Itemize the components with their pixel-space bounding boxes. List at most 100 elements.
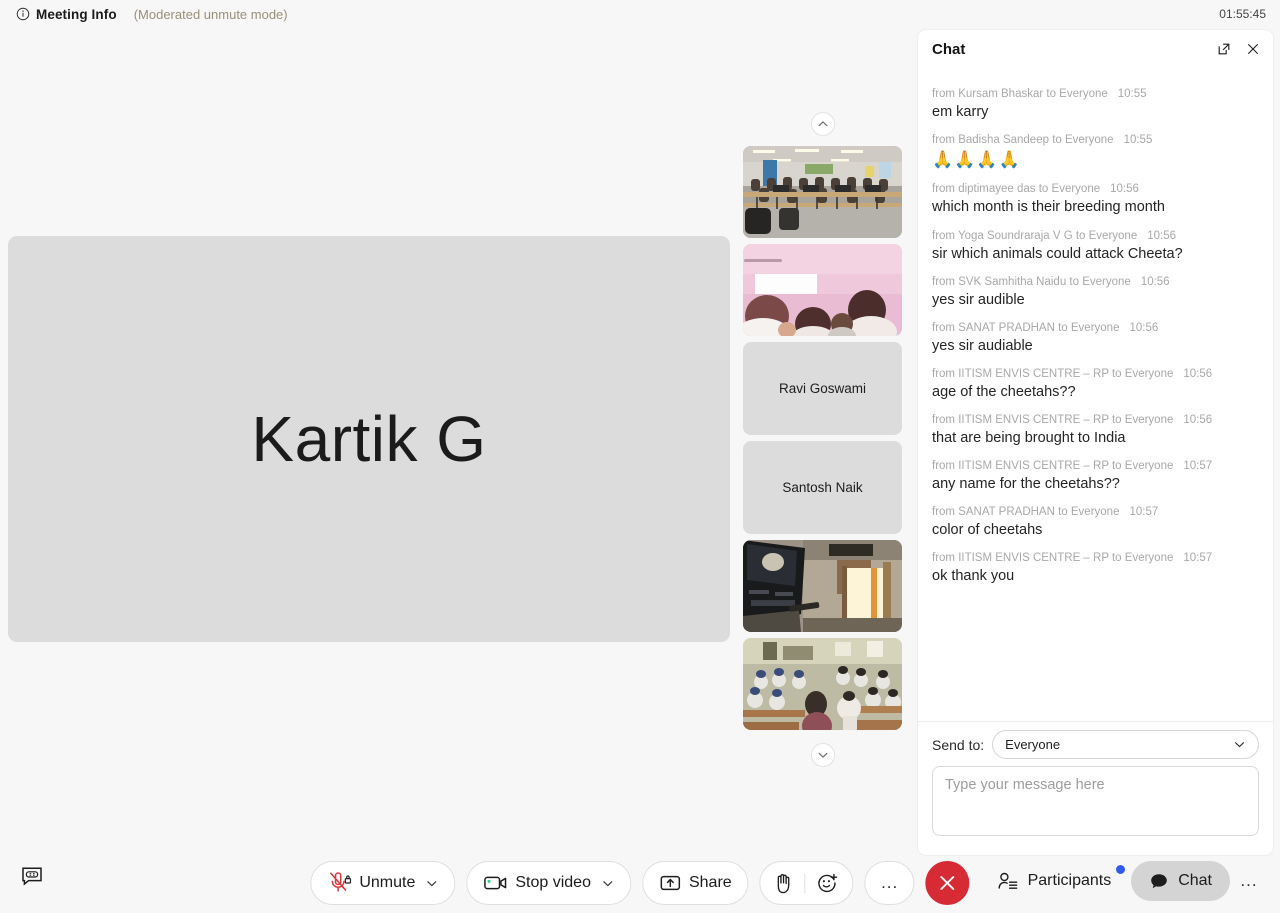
chat-message-text: any name for the cheetahs??: [932, 476, 1120, 493]
chevron-down-icon: [1233, 738, 1246, 751]
chat-message-time: 10:56: [1147, 229, 1176, 242]
chat-panel-header: Chat: [918, 30, 1273, 68]
chat-message-time: 10:57: [1129, 506, 1159, 519]
video-feed-classroom-computers: [743, 146, 902, 238]
participants-notification-badge: [1116, 865, 1126, 874]
participant-thumbnail[interactable]: Santosh Naik: [743, 441, 902, 534]
chat-message-meta: from SVK Samhitha Naidu to Everyone 10:56: [932, 276, 1259, 288]
closed-caption-icon[interactable]: [20, 866, 44, 886]
chat-message-sender: from Badisha Sandeep to Everyone: [932, 134, 1114, 147]
participant-thumbnail[interactable]: Ravi Goswami: [743, 342, 902, 435]
chat-message-meta: from diptimayee das to Everyone 10:56: [932, 183, 1259, 195]
chevron-down-icon[interactable]: [425, 877, 438, 890]
chat-message-time: 10:57: [1183, 552, 1213, 565]
active-speaker-name: Kartik G: [251, 403, 487, 475]
chat-message-text: that are being brought to India: [932, 430, 1126, 446]
chat-message-sender: from diptimayee das to Everyone: [932, 183, 1101, 196]
chevron-up-icon: [817, 118, 829, 130]
participant-filmstrip: Ravi Goswami Santosh Naik: [743, 112, 903, 772]
share-button[interactable]: Share: [641, 861, 749, 905]
participant-name: Ravi Goswami: [778, 381, 867, 396]
send-to-row: Send to: Everyone: [932, 730, 1259, 759]
chat-message-time: 10:56: [1129, 321, 1159, 334]
send-to-value: Everyone: [1005, 737, 1061, 752]
message-input[interactable]: [932, 766, 1259, 836]
top-bar: Meeting Info (Moderated unmute mode) 01:…: [0, 0, 1280, 28]
participants-button[interactable]: Participants: [979, 861, 1130, 901]
meeting-info-button[interactable]: Meeting Info: [16, 7, 117, 22]
share-screen-icon: [659, 874, 681, 892]
info-circle-icon: [16, 7, 30, 21]
camera-icon: [483, 874, 507, 892]
chat-message-time: 10:56: [1110, 183, 1139, 196]
chat-header-actions: [1216, 41, 1261, 57]
chat-composer: Send to: Everyone: [918, 721, 1273, 855]
microphone-muted-locked-icon: [327, 872, 352, 894]
chat-message-meta: from IITISM ENVIS CENTRE – RP to Everyon…: [932, 414, 1259, 426]
chat-button[interactable]: Chat: [1131, 861, 1230, 901]
meeting-toolbar: Unmute Stop video Share ... Participants…: [0, 855, 1280, 913]
chat-label: Chat: [1178, 872, 1212, 889]
chat-message-time: 10:55: [1117, 88, 1147, 100]
meeting-info-label: Meeting Info: [36, 6, 117, 22]
leave-meeting-button[interactable]: [925, 861, 970, 905]
chat-message-sender: from IITISM ENVIS CENTRE – RP to Everyon…: [932, 460, 1174, 473]
close-icon[interactable]: [1245, 41, 1261, 57]
moderated-mode-text: (Moderated unmute mode): [133, 6, 288, 22]
active-speaker-tile[interactable]: Kartik G: [8, 236, 730, 642]
chat-message-text: yes sir audible: [932, 291, 1025, 308]
popout-icon[interactable]: [1216, 41, 1232, 57]
chat-message: from IITISM ENVIS CENTRE – RP to Everyon…: [932, 368, 1259, 401]
center-controls: Unmute Stop video Share ...: [310, 861, 970, 905]
participant-thumbnail[interactable]: [743, 638, 902, 730]
unmute-button[interactable]: Unmute: [310, 861, 456, 905]
share-label: Share: [688, 874, 732, 891]
chat-message-meta: from Yoga Soundraraja V G to Everyone 10:…: [932, 230, 1259, 242]
chat-message-text: 🙏🙏🙏🙏: [932, 150, 1021, 170]
close-icon: [938, 873, 958, 893]
chat-message-list[interactable]: from Kursam Bhaskar to Everyone 10:55 em k…: [918, 68, 1273, 721]
more-options-button[interactable]: ...: [864, 861, 915, 905]
chat-message-meta: from Badisha Sandeep to Everyone 10:55: [932, 134, 1259, 146]
stop-video-label: Stop video: [515, 874, 591, 891]
participant-name: Santosh Naik: [782, 480, 863, 495]
chat-message-text: sir which animals could attack Cheeta?: [932, 245, 1183, 262]
raised-hand-icon[interactable]: [775, 873, 794, 894]
emoji-plus-icon[interactable]: [817, 873, 839, 894]
filmstrip-scroll-up-button[interactable]: [811, 112, 835, 136]
ellipsis-icon: ...: [881, 873, 899, 892]
chevron-down-icon[interactable]: [601, 877, 614, 890]
chat-bubble-filled-icon: [1149, 872, 1169, 891]
chat-message: from IITISM ENVIS CENTRE – RP to Everyon…: [932, 552, 1259, 585]
chat-message-time: 10:56: [1140, 275, 1170, 288]
chat-message-time: 10:56: [1183, 367, 1213, 380]
chat-message: from Kursam Bhaskar to Everyone 10:55 em k…: [932, 88, 1259, 121]
chat-message-meta: from SANAT PRADHAN to Everyone 10:56: [932, 322, 1259, 334]
chat-panel-title: Chat: [932, 40, 966, 58]
filmstrip-scroll-down-button[interactable]: [811, 743, 835, 767]
chat-message-meta: from SANAT PRADHAN to Everyone 10:57: [932, 506, 1259, 518]
chat-message-sender: from SANAT PRADHAN to Everyone: [932, 321, 1120, 334]
chat-message-text: ok thank you: [932, 568, 1015, 585]
participant-thumbnail[interactable]: [743, 146, 902, 238]
send-to-select[interactable]: Everyone: [992, 730, 1259, 759]
chat-message-time: 10:57: [1183, 460, 1213, 473]
chat-message-sender: from IITISM ENVIS CENTRE – RP to Everyon…: [932, 367, 1174, 380]
chat-message-text: em karry: [932, 104, 989, 120]
meeting-timer: 01:55:45: [1219, 7, 1266, 21]
participant-thumbnail[interactable]: [743, 540, 902, 632]
chat-message: from IITISM ENVIS CENTRE – RP to Everyon…: [932, 414, 1259, 447]
chat-message-text: which month is their breeding month: [932, 199, 1165, 216]
chat-message: from SVK Samhitha Naidu to Everyone 10:56…: [932, 276, 1259, 309]
video-feed-projector-window: [743, 540, 902, 632]
chat-panel: Chat from Kursam Bhaskar to Everyone 10:5…: [918, 30, 1273, 855]
right-more-options-button[interactable]: ...: [1232, 861, 1266, 901]
chat-message-sender: from IITISM ENVIS CENTRE – RP to Everyon…: [932, 552, 1174, 565]
stop-video-button[interactable]: Stop video: [466, 861, 631, 905]
chat-message: from diptimayee das to Everyone 10:56 whic…: [932, 183, 1259, 216]
chevron-down-icon: [817, 749, 829, 761]
participants-icon: [997, 871, 1019, 891]
chat-message-sender: from SVK Samhitha Naidu to Everyone: [932, 275, 1131, 288]
chat-message-sender: from IITISM ENVIS CENTRE – RP to Everyon…: [932, 414, 1174, 426]
participant-thumbnail[interactable]: [743, 244, 902, 336]
